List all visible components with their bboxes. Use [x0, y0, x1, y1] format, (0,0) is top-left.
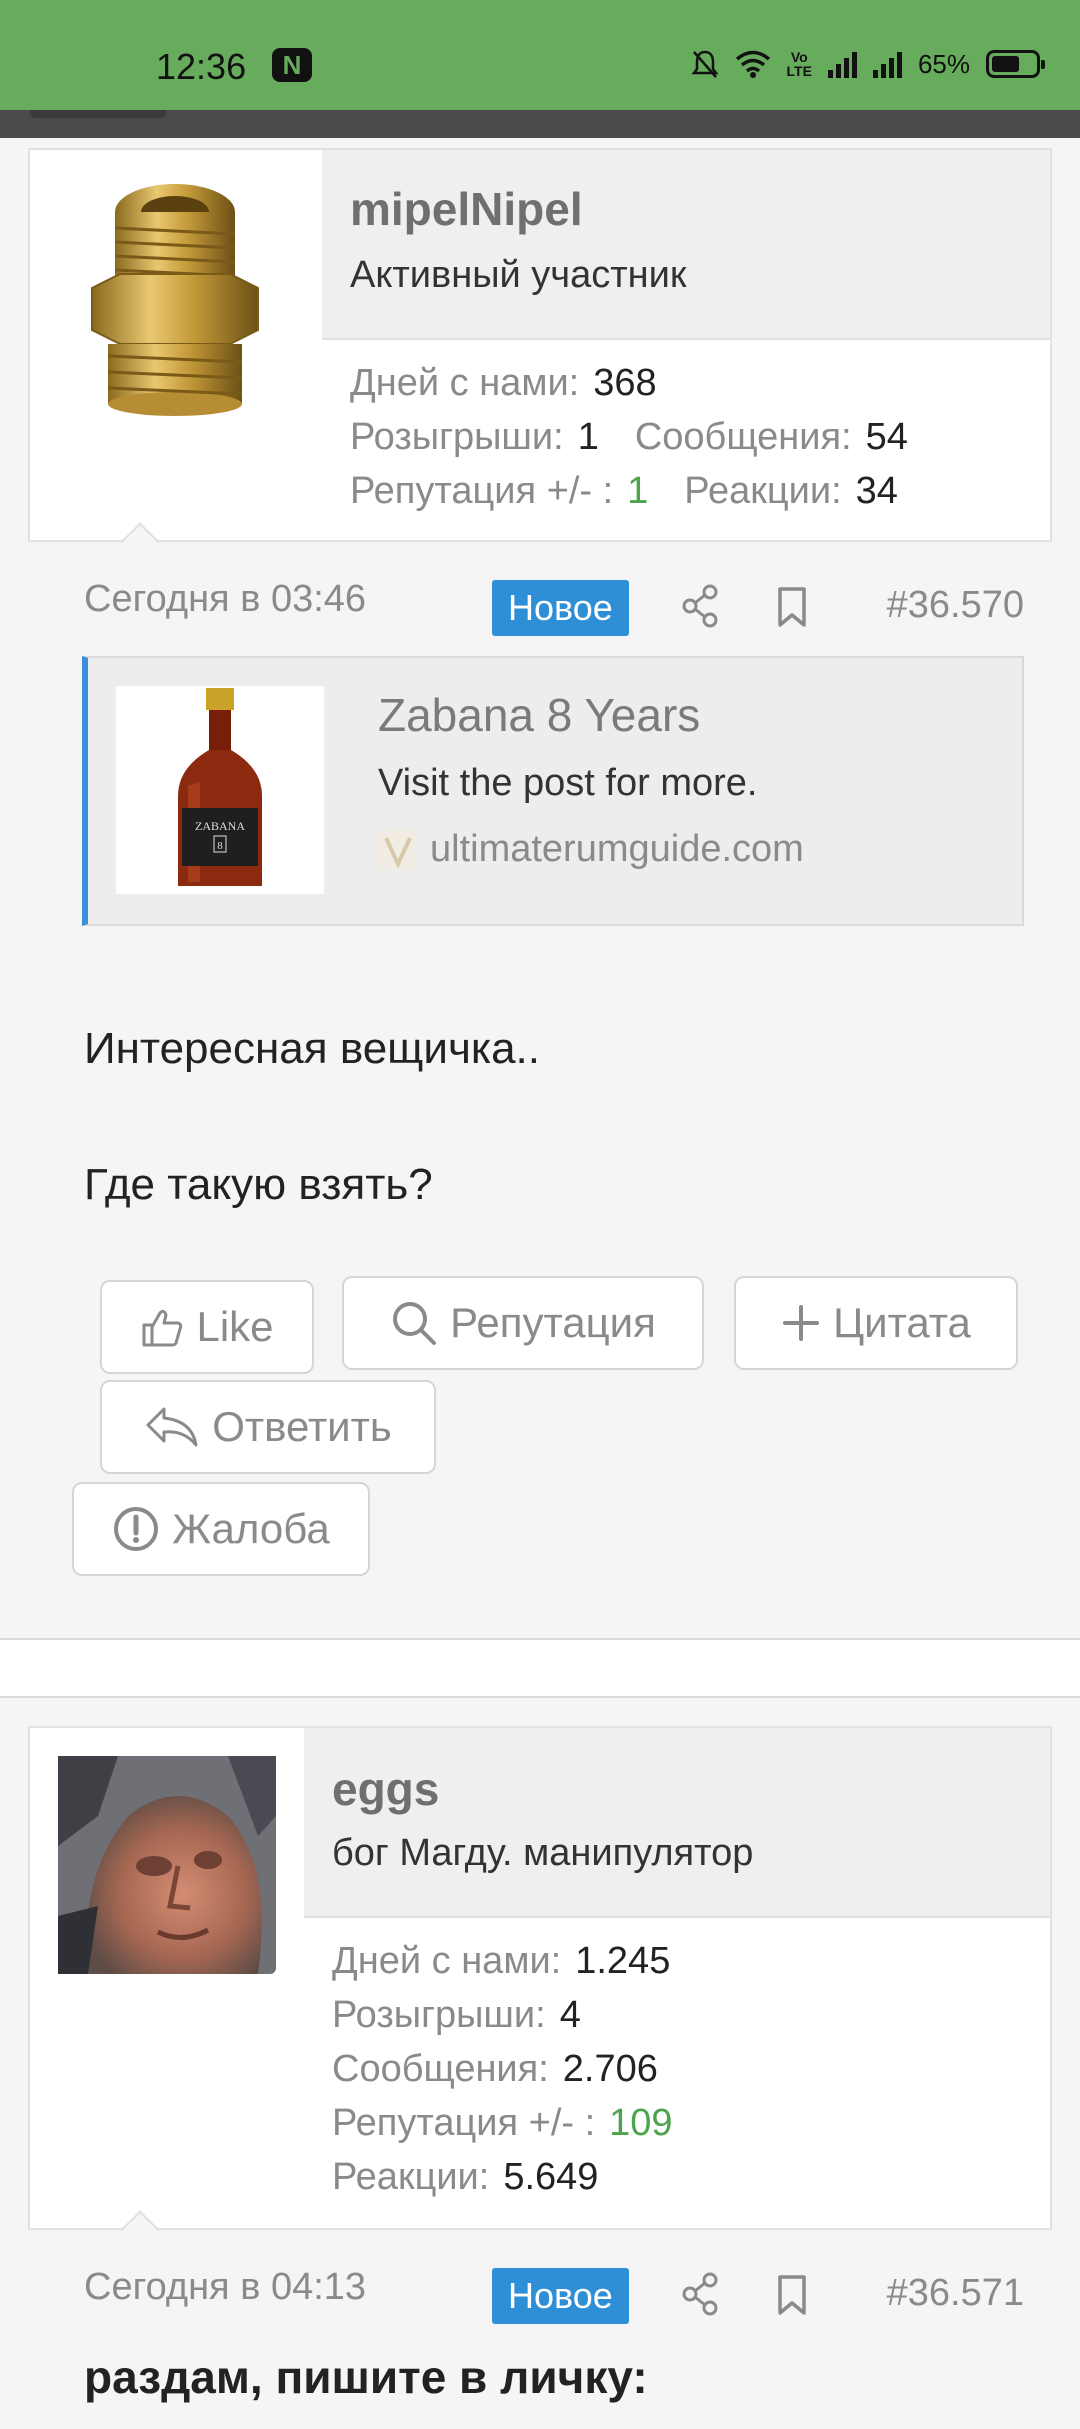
stat-draws-value: 4 — [559, 1994, 581, 2036]
reputation-button[interactable]: Репутация — [342, 1276, 704, 1370]
message-line-1: Интересная вещичка.. — [84, 1024, 541, 1073]
site-favicon-icon — [378, 829, 418, 870]
bottle-label: ZABANA — [195, 819, 245, 833]
reply-arrow-icon — [146, 1407, 198, 1447]
search-icon — [393, 1302, 437, 1345]
rum-bottle-image: ZABANA 8 — [178, 688, 262, 886]
like-button[interactable]: Like — [100, 1280, 314, 1374]
bookmark-icon[interactable] — [776, 2274, 808, 2316]
report-button[interactable]: Жалоба — [72, 1482, 370, 1576]
volte-icon: Vo LTE — [786, 49, 812, 79]
like-label: Like — [196, 1303, 274, 1350]
stat-days-value: 368 — [593, 362, 657, 404]
quote-button[interactable]: Цитата — [734, 1276, 1018, 1370]
user-title: бог Магду. манипулятор — [332, 1832, 754, 1874]
stat-reputation-value: 109 — [609, 2102, 673, 2144]
user-info-block: mipelNipel Активный участник Дней с нами… — [28, 148, 1052, 542]
reply-button[interactable]: Ответить — [100, 1380, 436, 1474]
stat-messages-label: Сообщения: — [634, 416, 852, 458]
stat-messages-value: 54 — [865, 416, 908, 458]
embed-site[interactable]: ultimaterumguide.com — [378, 828, 804, 871]
reply-label: Ответить — [212, 1403, 392, 1450]
plus-icon — [783, 1305, 820, 1341]
avatar[interactable] — [80, 178, 270, 418]
thumbs-up-icon — [142, 1309, 183, 1347]
user-stats: Дней с нами: 1.245 Розыгрыши: 4 Сообщения:… — [332, 1934, 673, 2204]
header-shadow — [0, 110, 1080, 138]
stat-reactions-label: Реакции: — [332, 2156, 490, 2198]
post-number[interactable]: #36.570 — [887, 584, 1024, 627]
avatar[interactable] — [58, 1756, 276, 1974]
battery-percent: 65% — [917, 48, 970, 79]
embed-thumbnail: ZABANA 8 — [116, 686, 324, 894]
stat-days-label: Дней с нами: — [332, 1940, 562, 1982]
exclamation-circle-icon — [114, 1507, 159, 1551]
user-info-block: eggs бог Магду. манипулятор Дней с нами:… — [28, 1726, 1052, 2230]
post-date[interactable]: Сегодня в 04:13 — [84, 2266, 366, 2309]
report-label: Жалоба — [172, 1505, 330, 1552]
stat-draws-label: Розыгрыши: — [350, 416, 564, 458]
message-line-1: раздам, пишите в личку: — [84, 2351, 648, 2403]
svg-text:8: 8 — [217, 840, 223, 852]
username[interactable]: mipelNipel — [350, 182, 583, 236]
stat-draws-label: Розыгрыши: — [332, 1994, 546, 2036]
app-notification-icon: N — [272, 48, 312, 82]
post-meta: Сегодня в 03:46 Новое #36.570 — [0, 572, 1080, 636]
stat-reactions-value: 5.649 — [503, 2156, 599, 2198]
stat-days-label: Дней с нами: — [350, 362, 580, 404]
share-icon[interactable] — [680, 584, 720, 628]
stat-reactions-value: 34 — [855, 470, 898, 512]
status-bar: 12:36 N Vo LTE 65% — [0, 0, 1080, 110]
stat-days-value: 1.245 — [575, 1940, 671, 1982]
message-line-2: Где такую взять? — [84, 1160, 433, 1209]
stat-draws-value: 1 — [577, 416, 599, 458]
post-number[interactable]: #36.571 — [887, 2272, 1024, 2315]
signal-icon-2 — [872, 50, 902, 78]
stat-reactions-label: Реакции: — [684, 470, 842, 512]
stat-reputation-label: Репутация +/- : — [350, 470, 614, 512]
quote-label: Цитата — [833, 1299, 971, 1346]
signal-icon-1 — [827, 50, 857, 78]
stat-reputation-label: Репутация +/- : — [332, 2102, 596, 2144]
embed-title[interactable]: Zabana 8 Years — [378, 688, 700, 742]
post-separator — [0, 1638, 1080, 1698]
bookmark-icon[interactable] — [776, 586, 808, 628]
new-badge: Новое — [492, 580, 629, 636]
user-stats: Дней с нами: 368 Розыгрыши: 1 Сообщения: 54 … — [350, 356, 908, 518]
status-icons: Vo LTE 65% — [691, 44, 1045, 84]
username[interactable]: eggs — [332, 1762, 439, 1816]
embed-site-name: ultimaterumguide.com — [430, 828, 804, 870]
link-embed[interactable]: ZABANA 8 Zabana 8 Years Visit the post f… — [82, 656, 1024, 926]
battery-icon — [986, 50, 1045, 78]
new-badge: Новое — [492, 2268, 629, 2324]
stat-reputation-value: 1 — [627, 470, 649, 512]
mute-bell-icon — [691, 50, 719, 78]
post-meta: Сегодня в 04:13 Новое #36.571 — [0, 2260, 1080, 2324]
stat-messages-value: 2.706 — [562, 2048, 658, 2090]
reputation-label: Репутация — [450, 1299, 656, 1346]
share-icon[interactable] — [680, 2272, 720, 2316]
embed-description: Visit the post for more. — [378, 762, 758, 804]
post-date[interactable]: Сегодня в 03:46 — [84, 578, 366, 621]
user-title: Активный участник — [350, 254, 687, 296]
status-time: 12:36 — [156, 46, 247, 87]
wifi-icon — [735, 50, 770, 78]
stat-messages-label: Сообщения: — [332, 2048, 549, 2090]
